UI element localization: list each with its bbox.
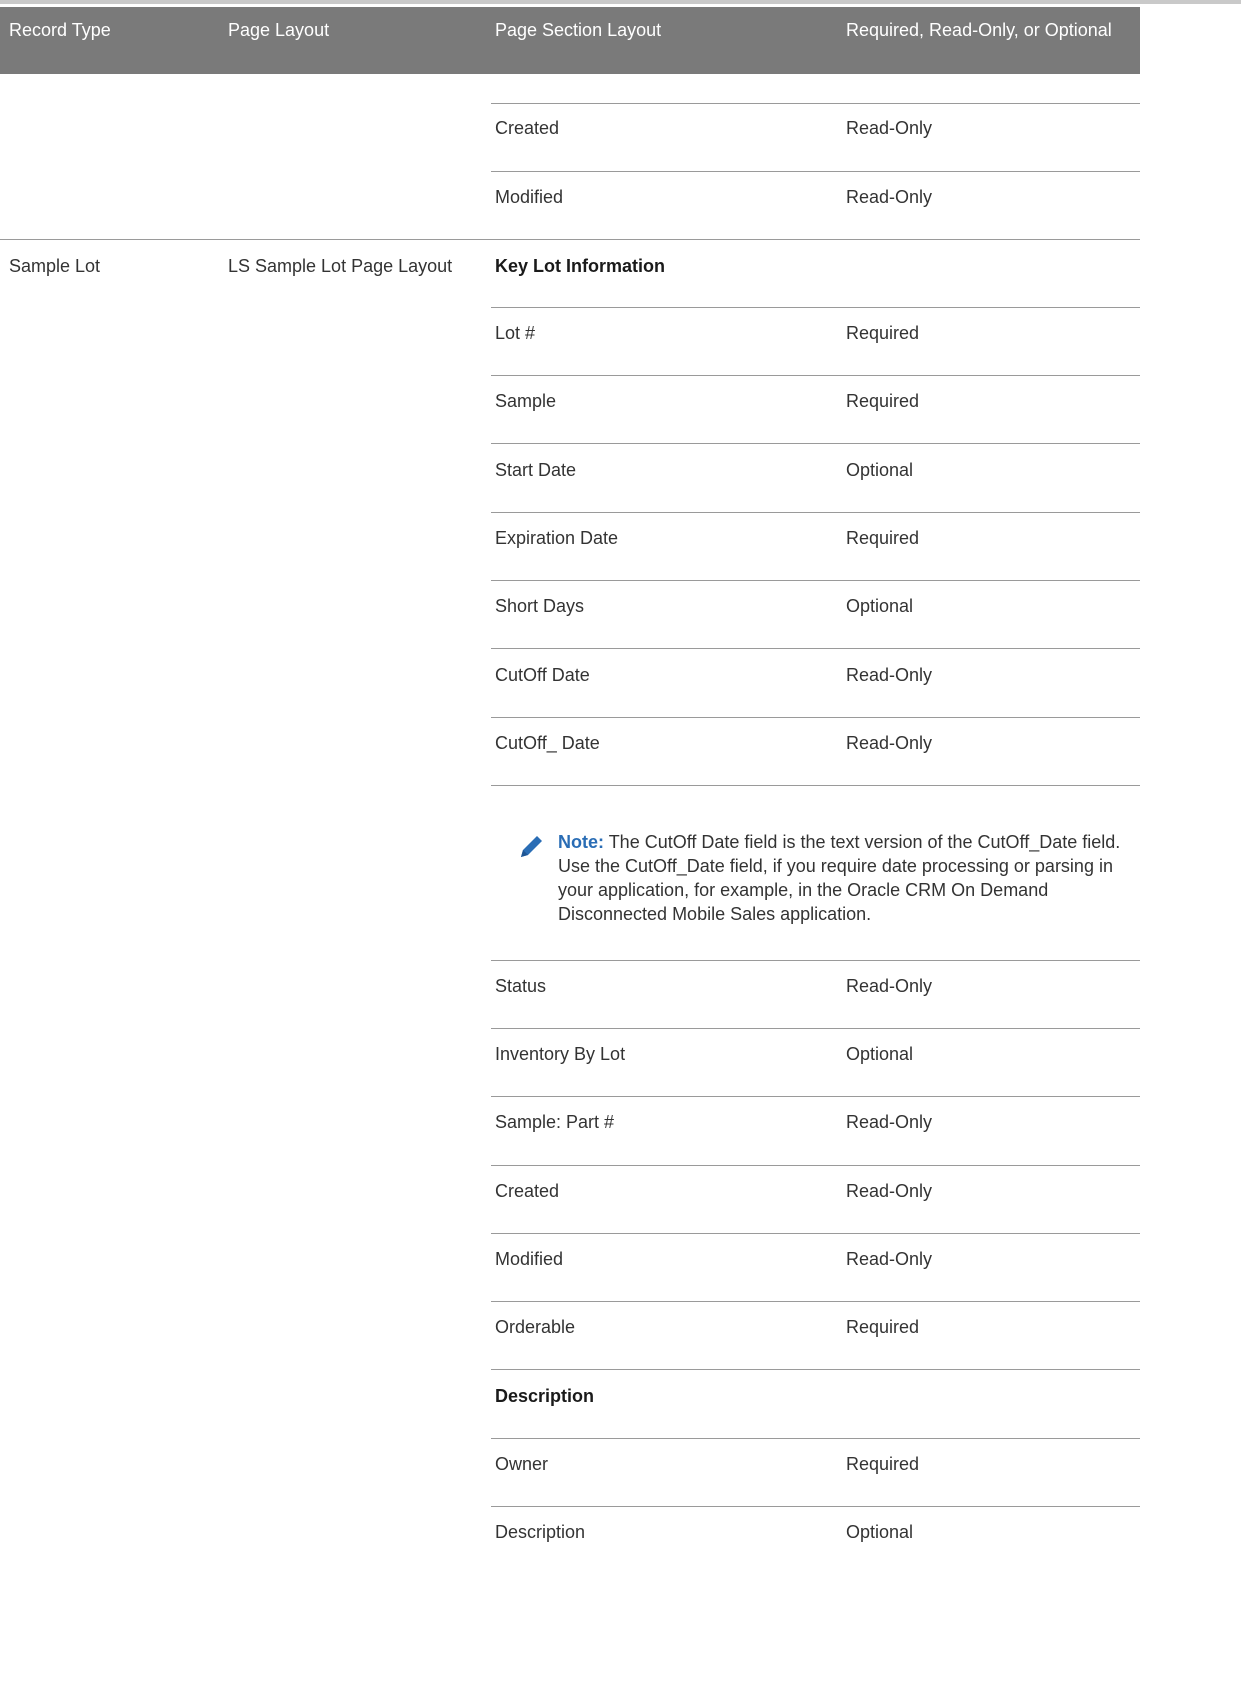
row-divider bbox=[491, 785, 1140, 786]
field-status: Required bbox=[846, 528, 920, 548]
field-name: Sample: Part # bbox=[495, 1112, 615, 1132]
row-divider bbox=[491, 1165, 1140, 1166]
note-body: Note: The CutOff Date field is the text … bbox=[558, 830, 1128, 926]
field-status: Optional bbox=[846, 460, 914, 480]
row-divider bbox=[491, 960, 1140, 961]
field-status: Optional bbox=[846, 1044, 914, 1064]
field-status: Required bbox=[846, 1454, 920, 1474]
field-status: Read-Only bbox=[846, 733, 933, 753]
field-status: Read-Only bbox=[846, 1249, 933, 1269]
field-name: Inventory By Lot bbox=[495, 1044, 626, 1064]
table-header: Record Type Page Layout Page Section Lay… bbox=[0, 7, 1140, 74]
row-divider bbox=[491, 1233, 1140, 1234]
header-page-layout: Page Layout bbox=[228, 20, 330, 40]
field-name: Start Date bbox=[495, 460, 577, 480]
field-status: Read-Only bbox=[846, 187, 933, 207]
field-name: Created bbox=[495, 1181, 560, 1201]
top-border bbox=[0, 0, 1241, 4]
pencil-icon bbox=[521, 836, 542, 857]
field-name: Lot # bbox=[495, 323, 536, 343]
field-status: Read-Only bbox=[846, 118, 933, 138]
row-divider bbox=[491, 1369, 1140, 1370]
row-divider bbox=[491, 717, 1140, 718]
row-divider bbox=[491, 171, 1140, 172]
field-name: Modified bbox=[495, 1249, 564, 1269]
row-divider bbox=[491, 443, 1140, 444]
row-divider bbox=[491, 1096, 1140, 1097]
section-heading-description: Description bbox=[495, 1386, 595, 1406]
field-name: CutOff Date bbox=[495, 665, 590, 685]
field-status: Optional bbox=[846, 596, 914, 616]
row-divider bbox=[491, 1438, 1140, 1439]
field-name: Status bbox=[495, 976, 547, 996]
field-status: Read-Only bbox=[846, 1112, 933, 1132]
field-status: Required bbox=[846, 391, 920, 411]
field-name: Created bbox=[495, 118, 560, 138]
header-requirement: Required, Read-Only, or Optional bbox=[846, 20, 1112, 40]
field-name: Expiration Date bbox=[495, 528, 619, 548]
field-name: Owner bbox=[495, 1454, 549, 1474]
field-name: Description bbox=[495, 1522, 586, 1542]
field-status: Read-Only bbox=[846, 665, 933, 685]
row-divider bbox=[491, 580, 1140, 581]
field-status: Optional bbox=[846, 1522, 914, 1542]
field-status: Required bbox=[846, 323, 920, 343]
note-text: The CutOff Date field is the text versio… bbox=[558, 832, 1121, 924]
field-name: Modified bbox=[495, 187, 564, 207]
section-heading-key-lot: Key Lot Information bbox=[495, 256, 665, 276]
row-divider bbox=[491, 1301, 1140, 1302]
field-name: Orderable bbox=[495, 1317, 576, 1337]
row-divider bbox=[491, 375, 1140, 376]
row-divider bbox=[491, 1506, 1140, 1507]
row-divider bbox=[491, 512, 1140, 513]
field-status: Required bbox=[846, 1317, 920, 1337]
row-divider bbox=[491, 307, 1140, 308]
header-page-section-layout: Page Section Layout bbox=[495, 20, 662, 40]
note-label: Note: bbox=[558, 832, 604, 852]
field-name: Sample bbox=[495, 391, 557, 411]
record-type-cell: Sample Lot bbox=[9, 256, 101, 276]
row-divider bbox=[491, 1028, 1140, 1029]
field-name: Short Days bbox=[495, 596, 585, 616]
row-divider bbox=[491, 103, 1140, 104]
field-status: Read-Only bbox=[846, 976, 933, 996]
header-record-type: Record Type bbox=[9, 20, 111, 40]
field-status: Read-Only bbox=[846, 1181, 933, 1201]
group-divider bbox=[0, 239, 1140, 240]
field-name: CutOff_ Date bbox=[495, 733, 600, 753]
row-divider bbox=[491, 648, 1140, 649]
page-layout-cell: LS Sample Lot Page Layout bbox=[228, 256, 453, 276]
